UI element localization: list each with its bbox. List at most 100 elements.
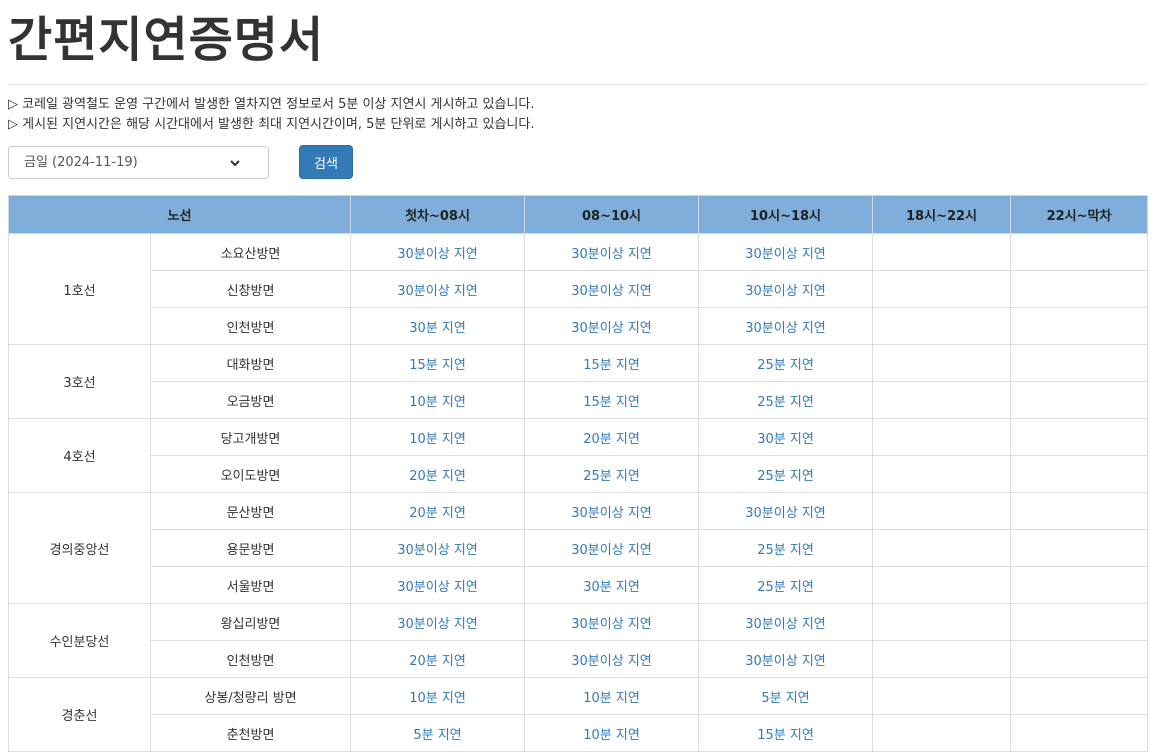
line-name: 3호선 <box>8 344 151 419</box>
delay-cell[interactable]: 25분 지연 <box>698 381 874 419</box>
delay-cell[interactable]: 30분이상 지연 <box>524 233 700 271</box>
direction-name: 춘천방면 <box>149 714 352 752</box>
table-row: 신창방면 30분이상 지연 30분이상 지연 30분이상 지연 <box>9 270 1149 308</box>
delay-cell <box>872 529 1012 567</box>
table-row: 경의중앙선 문산방면 20분 지연 30분이상 지연 30분이상 지연 <box>8 492 1149 604</box>
table-row: 춘천방면 5분 지연 10분 지연 15분 지연 <box>9 714 1149 752</box>
delay-cell[interactable]: 30분이상 지연 <box>524 529 700 567</box>
table-body: 1호선 소요산방면 30분이상 지연 30분이상 지연 30분이상 지연 신창방면 30분이… <box>8 233 1149 752</box>
delay-cell <box>872 492 1012 530</box>
delay-cell <box>1010 677 1149 715</box>
delay-cell <box>872 270 1012 308</box>
delay-cell <box>872 233 1012 271</box>
delay-cell <box>872 677 1012 715</box>
delay-cell <box>872 603 1012 641</box>
delay-cell <box>872 344 1012 382</box>
direction-name: 인천방면 <box>149 307 352 345</box>
delay-cell[interactable]: 25분 지연 <box>698 344 874 382</box>
delay-cell <box>1010 307 1149 345</box>
notice-line: ▷ 코레일 광역철도 운영 구간에서 발생한 열차지연 정보로서 5분 이상 지… <box>8 97 535 112</box>
delay-cell[interactable]: 30분이상 지연 <box>350 270 526 308</box>
delay-cell <box>1010 270 1149 308</box>
direction-name: 인천방면 <box>149 640 352 678</box>
delay-cell[interactable]: 30분이상 지연 <box>350 566 526 604</box>
delay-cell[interactable]: 30분이상 지연 <box>524 603 700 641</box>
table-row: 인천방면 30분 지연 30분이상 지연 30분이상 지연 <box>9 307 1149 345</box>
delay-cell[interactable]: 25분 지연 <box>698 566 874 604</box>
delay-cell[interactable]: 30분이상 지연 <box>524 270 700 308</box>
page: 간편지연증명서 ▷ 코레일 광역철도 운영 구간에서 발생한 열차지연 정보로서… <box>0 0 1154 755</box>
delay-cell[interactable]: 10분 지연 <box>524 714 700 752</box>
date-select-value: 금일 (2024-11-19) <box>24 155 138 170</box>
delay-cell[interactable]: 10분 지연 <box>350 677 526 715</box>
table-row: 4호선 당고개방면 10분 지연 20분 지연 30분 지연 <box>8 418 1149 493</box>
title-divider <box>8 84 1146 85</box>
delay-cell[interactable]: 25분 지연 <box>698 455 874 493</box>
direction-name: 왕십리방면 <box>149 603 352 641</box>
delay-cell <box>1010 233 1149 271</box>
direction-name: 서울방면 <box>149 566 352 604</box>
col-header-22-last: 22시~막차 <box>1010 195 1149 234</box>
delay-cell[interactable]: 30분이상 지연 <box>524 307 700 345</box>
delay-cell <box>1010 492 1149 530</box>
table-row: 수인분당선 왕십리방면 30분이상 지연 30분이상 지연 30분이상 지연 <box>8 603 1149 678</box>
delay-cell[interactable]: 30분이상 지연 <box>524 640 700 678</box>
table-row: 오이도방면 20분 지연 25분 지연 25분 지연 <box>9 455 1149 493</box>
delay-cell <box>1010 344 1149 382</box>
delay-cell[interactable]: 30분이상 지연 <box>698 492 874 530</box>
delay-cell[interactable]: 25분 지연 <box>524 455 700 493</box>
table-row: 용문방면 30분이상 지연 30분이상 지연 25분 지연 <box>9 529 1149 567</box>
delay-cell[interactable]: 30분이상 지연 <box>350 529 526 567</box>
table-row: 인천방면 20분 지연 30분이상 지연 30분이상 지연 <box>9 640 1149 678</box>
delay-cell[interactable]: 15분 지연 <box>698 714 874 752</box>
delay-cell[interactable]: 30분이상 지연 <box>698 233 874 271</box>
delay-cell[interactable]: 20분 지연 <box>524 418 700 456</box>
delay-cell[interactable]: 20분 지연 <box>350 492 526 530</box>
delay-cell[interactable]: 30분이상 지연 <box>698 307 874 345</box>
date-select[interactable]: 금일 (2024-11-19) <box>8 146 269 179</box>
delay-cell[interactable]: 20분 지연 <box>350 640 526 678</box>
notice-list: ▷ 코레일 광역철도 운영 구간에서 발생한 열차지연 정보로서 5분 이상 지… <box>8 95 534 135</box>
delay-cell[interactable]: 30분이상 지연 <box>698 603 874 641</box>
delay-cell[interactable]: 30분이상 지연 <box>698 270 874 308</box>
delay-cell[interactable]: 30분이상 지연 <box>524 492 700 530</box>
delay-cell[interactable]: 30분 지연 <box>524 566 700 604</box>
delay-cell <box>872 455 1012 493</box>
direction-name: 오금방면 <box>149 381 352 419</box>
line-name: 4호선 <box>8 418 151 493</box>
delay-cell[interactable]: 15분 지연 <box>350 344 526 382</box>
search-button[interactable]: 검색 <box>299 145 353 179</box>
delay-cell <box>1010 714 1149 752</box>
notice-line: ▷ 게시된 지연시간은 해당 시간대에서 발생한 최대 지연시간이며, 5분 단… <box>8 117 535 132</box>
delay-cell[interactable]: 5분 지연 <box>350 714 526 752</box>
delay-cell <box>1010 381 1149 419</box>
col-header-08-10: 08~10시 <box>524 195 700 234</box>
delay-cell[interactable]: 15분 지연 <box>524 381 700 419</box>
col-header-10-18: 10시~18시 <box>698 195 874 234</box>
col-header-first-08: 첫차~08시 <box>350 195 526 234</box>
delay-cell[interactable]: 10분 지연 <box>524 677 700 715</box>
delay-cell[interactable]: 5분 지연 <box>698 677 874 715</box>
delay-cell[interactable]: 30분이상 지연 <box>350 603 526 641</box>
direction-name: 상봉/청량리 방면 <box>149 677 352 715</box>
direction-name: 당고개방면 <box>149 418 352 456</box>
delay-cell[interactable]: 10분 지연 <box>350 381 526 419</box>
delay-cell[interactable]: 20분 지연 <box>350 455 526 493</box>
delay-cell <box>872 714 1012 752</box>
table-row: 1호선 소요산방면 30분이상 지연 30분이상 지연 30분이상 지연 <box>8 233 1149 345</box>
col-header-route: 노선 <box>7 195 352 234</box>
line-name: 1호선 <box>8 233 151 345</box>
delay-cell[interactable]: 30분 지연 <box>350 307 526 345</box>
direction-name: 문산방면 <box>149 492 352 530</box>
delay-cell[interactable]: 10분 지연 <box>350 418 526 456</box>
delay-cell <box>1010 566 1149 604</box>
delay-cell[interactable]: 30분이상 지연 <box>350 233 526 271</box>
delay-cell[interactable]: 30분 지연 <box>698 418 874 456</box>
table-row: 오금방면 10분 지연 15분 지연 25분 지연 <box>9 381 1149 419</box>
delay-cell[interactable]: 30분이상 지연 <box>698 640 874 678</box>
delay-cell[interactable]: 15분 지연 <box>524 344 700 382</box>
delay-cell[interactable]: 25분 지연 <box>698 529 874 567</box>
delay-cell <box>1010 640 1149 678</box>
page-title: 간편지연증명서 <box>8 12 325 68</box>
delay-cell <box>872 307 1012 345</box>
